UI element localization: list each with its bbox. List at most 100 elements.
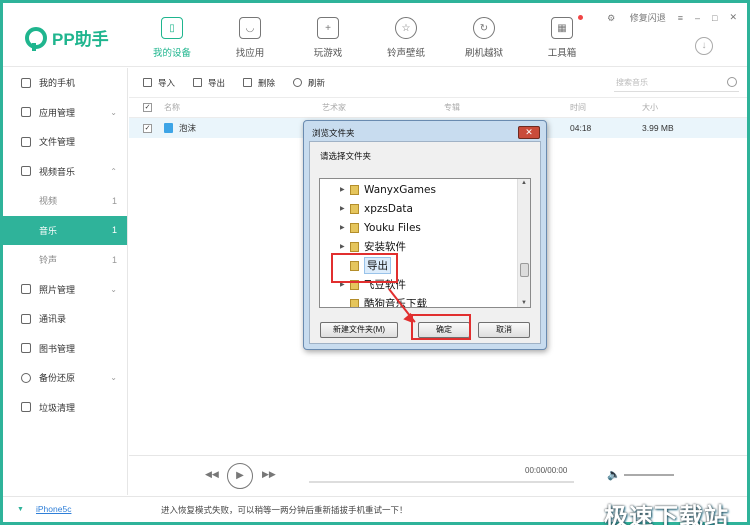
volume-slider[interactable] <box>624 474 674 476</box>
folder-icon <box>350 241 359 252</box>
sidebar-item-cleanup[interactable]: 垃圾清理 <box>3 393 127 423</box>
device-dropdown-icon[interactable]: ▼ <box>17 506 24 513</box>
tree-scrollbar[interactable]: ▲ ▼ <box>517 179 530 307</box>
refresh-icon <box>293 78 303 87</box>
play-button[interactable]: ▶ <box>227 463 253 489</box>
menu-icon[interactable]: ≡ <box>678 13 683 23</box>
scroll-thumb[interactable] <box>520 263 529 277</box>
cell-size: 3.99 MB <box>642 123 674 133</box>
sidebar-item-apps[interactable]: 应用管理 ⌄ <box>3 98 127 128</box>
folder-item[interactable]: ▶ WanyxGames <box>340 180 436 199</box>
trash-icon <box>243 78 253 87</box>
col-name[interactable]: 名称 <box>164 102 180 113</box>
contacts-icon <box>21 313 31 324</box>
annotation-highlight-ok <box>411 314 471 340</box>
col-time[interactable]: 时间 <box>570 102 586 113</box>
table-header: ✓ 名称 艺术家 专辑 时间 大小 <box>129 98 747 118</box>
sidebar-item-photos[interactable]: 照片管理 ⌄ <box>3 275 127 305</box>
tab-label: 铃声壁纸 <box>386 48 425 59</box>
next-icon[interactable]: ▶▶ <box>262 469 276 480</box>
expand-arrow-icon[interactable]: ▶ <box>340 205 346 212</box>
close-icon[interactable]: ✕ <box>729 12 737 23</box>
header: PP助手 ▯ 我的设备 ◡ 找应用 + 玩游戏 ☆ 铃声壁纸 ↻ 刷机越狱 ▦ … <box>3 3 747 67</box>
col-album[interactable]: 专辑 <box>444 102 460 113</box>
tab-jailbreak[interactable]: ↻ 刷机越狱 <box>445 17 523 59</box>
tab-label: 我的设备 <box>152 48 191 59</box>
tab-find-apps[interactable]: ◡ 找应用 <box>211 17 289 59</box>
expand-arrow-icon[interactable]: ▶ <box>340 224 346 231</box>
minimize-icon[interactable]: – <box>695 13 700 23</box>
tab-label: 找应用 <box>235 48 265 59</box>
select-all-checkbox[interactable]: ✓ <box>143 103 152 112</box>
repair-label: 修复闪退 <box>629 13 666 23</box>
download-icon[interactable]: ↓ <box>695 37 713 55</box>
previous-icon[interactable]: ◀◀ <box>205 469 219 480</box>
sidebar-item-label: 视频音乐 <box>39 166 76 177</box>
sidebar-item-books[interactable]: 图书管理 <box>3 334 127 364</box>
import-button[interactable]: 导入 <box>143 77 175 89</box>
dialog-close-button[interactable]: ✕ <box>518 126 540 139</box>
tab-my-device[interactable]: ▯ 我的设备 <box>133 17 211 59</box>
tab-ringtones[interactable]: ☆ 铃声壁纸 <box>367 17 445 59</box>
sidebar-item-label: 应用管理 <box>39 107 76 118</box>
app-name: PP助手 <box>52 30 109 49</box>
tab-toolbox[interactable]: ▦ 工具箱 <box>523 15 601 59</box>
expand-arrow-icon[interactable]: ▶ <box>340 243 346 250</box>
folder-label: Youku Files <box>364 221 421 234</box>
apps-icon <box>21 107 31 118</box>
folder-label: WanyxGames <box>364 183 436 196</box>
export-label: 导出 <box>208 77 226 88</box>
sidebar-item-video[interactable]: 视频 1 <box>3 186 127 216</box>
sidebar-item-contacts[interactable]: 通讯录 <box>3 304 127 334</box>
sidebar-item-label: 垃圾清理 <box>39 402 76 413</box>
search-input[interactable]: 搜索音乐 <box>614 74 739 92</box>
folder-item[interactable]: ▶ Youku Files <box>340 218 421 237</box>
refresh-button[interactable]: 刷新 <box>293 77 325 89</box>
expand-arrow-icon[interactable]: ▶ <box>340 186 346 193</box>
sidebar-item-media[interactable]: 视频音乐 ⌃ <box>3 157 127 187</box>
sidebar-item-label: 备份还原 <box>39 373 76 384</box>
sidebar-item-my-phone[interactable]: 我的手机 <box>3 68 127 98</box>
tab-games[interactable]: + 玩游戏 <box>289 17 367 59</box>
chevron-down-icon: ⌄ <box>110 373 117 383</box>
sidebar-item-ringtones[interactable]: 铃声 1 <box>3 245 127 275</box>
cancel-button[interactable]: 取消 <box>478 322 530 338</box>
folder-item[interactable]: 酷狗音乐下载 <box>340 294 427 307</box>
chevron-down-icon: ⌄ <box>110 284 117 294</box>
export-button[interactable]: 导出 <box>193 77 225 89</box>
col-artist[interactable]: 艺术家 <box>322 102 346 113</box>
folder-item[interactable]: ▶ xpzsData <box>340 199 413 218</box>
device-link[interactable]: iPhone5c <box>36 504 71 514</box>
row-checkbox[interactable]: ✓ <box>143 123 152 133</box>
gamepad-icon: + <box>317 17 339 39</box>
delete-button[interactable]: 删除 <box>243 77 275 89</box>
toolbox-icon: ▦ <box>551 17 573 39</box>
dialog-prompt: 请选择文件夹 <box>320 151 372 161</box>
search-placeholder: 搜索音乐 <box>616 78 648 87</box>
video-icon <box>21 166 31 177</box>
volume-icon[interactable]: 🔈 <box>607 468 621 481</box>
progress-bar[interactable] <box>309 481 574 483</box>
photo-icon <box>21 284 31 295</box>
sidebar-item-label: 我的手机 <box>39 78 76 89</box>
app-logo[interactable]: PP助手 <box>25 25 109 51</box>
sidebar-item-label: 视频 <box>39 196 58 207</box>
sidebar-item-backup[interactable]: 备份还原 ⌄ <box>3 363 127 393</box>
book-icon <box>21 343 31 354</box>
maximize-icon[interactable]: □ <box>712 13 717 23</box>
sidebar-item-label: 铃声 <box>39 255 58 266</box>
new-folder-button[interactable]: 新建文件夹(M) <box>320 322 398 338</box>
search-icon[interactable] <box>727 77 737 87</box>
sidebar-item-music[interactable]: 音乐 1 <box>3 215 127 245</box>
star-icon: ☆ <box>395 17 417 39</box>
col-size[interactable]: 大小 <box>642 102 658 113</box>
window-controls: ⚙ 修复闪退 ≡ – □ ✕ <box>595 11 737 24</box>
scroll-down-icon[interactable]: ▼ <box>521 300 527 306</box>
status-bar: ▼ iPhone5c 进入恢复模式失败，可以稍等一两分钟后重新插拔手机重试一下！… <box>3 496 747 525</box>
tab-label: 玩游戏 <box>313 48 343 59</box>
folder-icon <box>350 222 359 233</box>
scroll-up-icon[interactable]: ▲ <box>521 180 527 186</box>
sidebar-item-files[interactable]: 文件管理 <box>3 127 127 157</box>
tab-label: 工具箱 <box>547 48 577 59</box>
repair-crash-button[interactable]: ⚙ 修复闪退 <box>607 11 666 24</box>
